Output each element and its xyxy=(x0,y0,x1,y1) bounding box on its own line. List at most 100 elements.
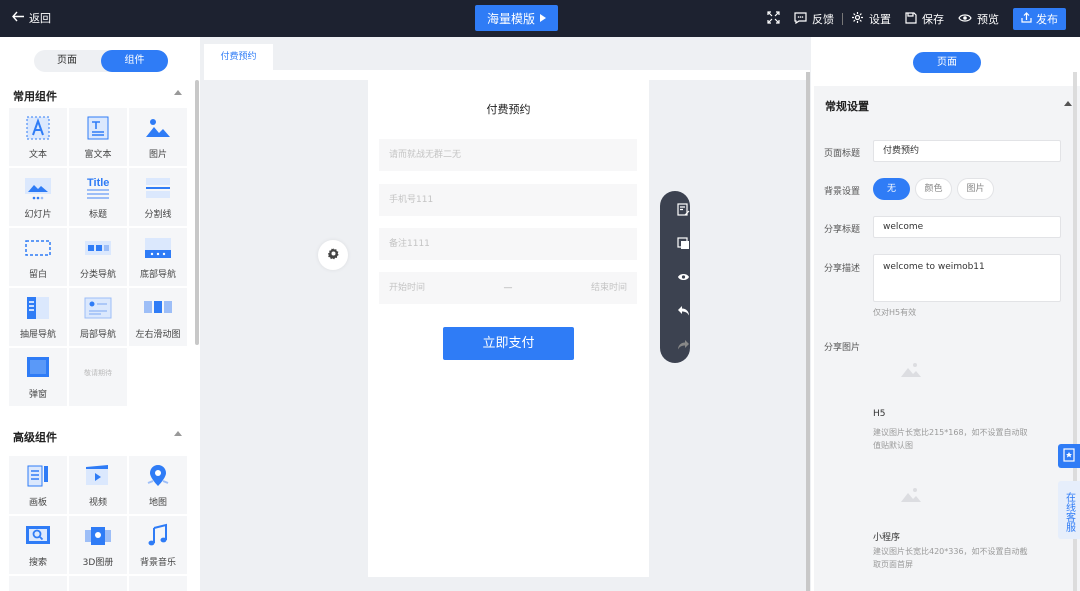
collapse-icon[interactable] xyxy=(1064,101,1072,106)
component-label: 留白 xyxy=(28,270,47,280)
template-button[interactable]: 海量模版 xyxy=(475,5,558,31)
preview-page-title: 付费预约 xyxy=(486,103,531,116)
upload-icon xyxy=(1021,12,1032,26)
miniprogram-image-upload[interactable] xyxy=(873,463,948,528)
collapse-icon xyxy=(174,431,182,436)
component-partial-nav[interactable]: 局部导航 xyxy=(69,288,127,346)
page-settings-button[interactable] xyxy=(318,240,348,270)
rich-text-icon xyxy=(85,108,111,144)
form-field-time-range[interactable]: 开始时间 — 结束时间 xyxy=(379,272,637,304)
text-icon xyxy=(25,108,51,144)
chat-icon xyxy=(794,11,807,27)
top-bar: 返回 海量模版 反馈 设置 保存 预览 发布 xyxy=(0,0,1080,37)
component-popup[interactable]: 弹窗 xyxy=(9,348,67,406)
page-tab[interactable]: 付费预约 xyxy=(204,44,273,70)
preview-button[interactable]: 预览 xyxy=(958,11,999,27)
feedback-label: 反馈 xyxy=(812,13,834,26)
partial-nav-icon xyxy=(84,288,112,324)
component-divider[interactable]: 分割线 xyxy=(129,168,187,226)
component-carousel[interactable]: 左右滑动图 xyxy=(129,288,187,346)
share-title-input[interactable]: welcome xyxy=(873,216,1061,238)
canvas-scrollbar[interactable] xyxy=(806,72,810,591)
component-search[interactable]: 搜索 xyxy=(9,516,67,574)
miniprogram-caption: 小程序 xyxy=(873,533,901,543)
feedback-button[interactable]: 反馈 xyxy=(794,11,834,27)
favorite-float-button[interactable] xyxy=(1058,444,1080,468)
image-placeholder-icon xyxy=(900,485,922,506)
bg-option-color[interactable]: 颜色 xyxy=(915,178,952,200)
share-desc-textarea[interactable]: welcome to weimob11 xyxy=(873,254,1061,302)
popup-icon xyxy=(25,348,51,384)
component-rich-text[interactable]: 富文本 xyxy=(69,108,127,166)
component-bottom-nav[interactable]: 底部导航 xyxy=(129,228,187,286)
bg-option-none[interactable]: 无 xyxy=(873,178,910,200)
share-title-label: 分享标题 xyxy=(824,225,861,235)
component-label: 分割线 xyxy=(144,210,172,220)
save-button[interactable]: 保存 xyxy=(905,11,944,27)
time-dash: — xyxy=(503,283,513,293)
undo-button[interactable] xyxy=(668,304,689,318)
back-label: 返回 xyxy=(29,12,51,25)
preview-toggle-button[interactable] xyxy=(668,270,689,284)
blank-icon xyxy=(24,228,52,264)
component-image[interactable]: 图片 xyxy=(129,108,187,166)
component-label: 地图 xyxy=(148,498,167,508)
component-panel: 页面 组件 常用组件 文本 富文本 图片 幻灯片 Title 标题 分割线 留白… xyxy=(0,37,200,591)
component-3d-album[interactable]: 3D图册 xyxy=(69,516,127,574)
component-bg-music[interactable]: 背景音乐 xyxy=(129,516,187,574)
publish-button[interactable]: 发布 xyxy=(1013,8,1066,30)
slideshow-icon xyxy=(24,168,52,204)
template-label: 海量模版 xyxy=(486,11,535,26)
component-drawing-board[interactable]: 画板 xyxy=(9,456,67,514)
component-title[interactable]: Title 标题 xyxy=(69,168,127,226)
component-text[interactable]: 文本 xyxy=(9,108,67,166)
settings-button[interactable]: 设置 xyxy=(851,11,891,27)
panel-tabs: 页面 组件 xyxy=(34,50,168,72)
online-service-button[interactable]: 在线客服 xyxy=(1058,481,1080,539)
fullscreen-icon xyxy=(767,11,780,27)
redo-button[interactable] xyxy=(668,338,689,352)
component-label: 图片 xyxy=(148,150,167,160)
tab-components[interactable]: 组件 xyxy=(101,50,168,72)
form-field-name[interactable]: 请而就战无群二无 xyxy=(379,139,637,171)
component-video[interactable]: 视频 xyxy=(69,456,127,514)
back-button[interactable]: 返回 xyxy=(12,10,51,26)
edit-icon xyxy=(676,202,690,216)
edit-page-button[interactable] xyxy=(668,202,689,216)
common-section-header[interactable]: 常用组件 xyxy=(0,84,194,104)
bg-option-image[interactable]: 图片 xyxy=(957,178,994,200)
component-drawer-nav[interactable]: 抽屉导航 xyxy=(9,288,67,346)
component-slideshow[interactable]: 幻灯片 xyxy=(9,168,67,226)
advanced-section-header[interactable]: 高级组件 xyxy=(0,425,194,445)
form-field-note[interactable]: 备注1111 xyxy=(379,228,637,260)
gear-icon xyxy=(851,11,864,27)
page-title-input[interactable]: 付费预约 xyxy=(873,140,1061,162)
tab-page-settings[interactable]: 页面 xyxy=(913,52,981,73)
component-blank[interactable]: 留白 xyxy=(9,228,67,286)
component-label: 左右滑动图 xyxy=(135,330,181,340)
copy-icon xyxy=(676,236,690,250)
component-label: 背景音乐 xyxy=(139,558,176,568)
redo-icon xyxy=(676,338,690,352)
tab-page[interactable]: 页面 xyxy=(34,50,100,72)
component-more[interactable] xyxy=(69,576,127,591)
copy-button[interactable] xyxy=(668,236,689,250)
component-label: 标题 xyxy=(88,210,107,220)
component-label: 弹窗 xyxy=(28,390,47,400)
common-section-title: 常用组件 xyxy=(13,90,57,103)
left-scrollbar[interactable] xyxy=(195,80,199,345)
component-label: 搜索 xyxy=(28,558,47,568)
component-more[interactable] xyxy=(129,576,187,591)
h5-image-upload[interactable] xyxy=(873,338,948,403)
component-more[interactable] xyxy=(9,576,67,591)
form-field-phone[interactable]: 手机号111 xyxy=(379,184,637,216)
eye-icon xyxy=(676,270,690,284)
general-settings: 常规设置 页面标题 付费预约 背景设置 无 颜色 图片 分享标题 welcome… xyxy=(814,86,1080,591)
album-icon xyxy=(84,516,112,552)
svg-text:Title: Title xyxy=(87,177,109,189)
eye-icon xyxy=(958,13,972,26)
component-map[interactable]: 地图 xyxy=(129,456,187,514)
pay-now-button[interactable]: 立即支付 xyxy=(443,327,574,360)
component-category-nav[interactable]: 分类导航 xyxy=(69,228,127,286)
fullscreen-button[interactable] xyxy=(767,11,780,27)
